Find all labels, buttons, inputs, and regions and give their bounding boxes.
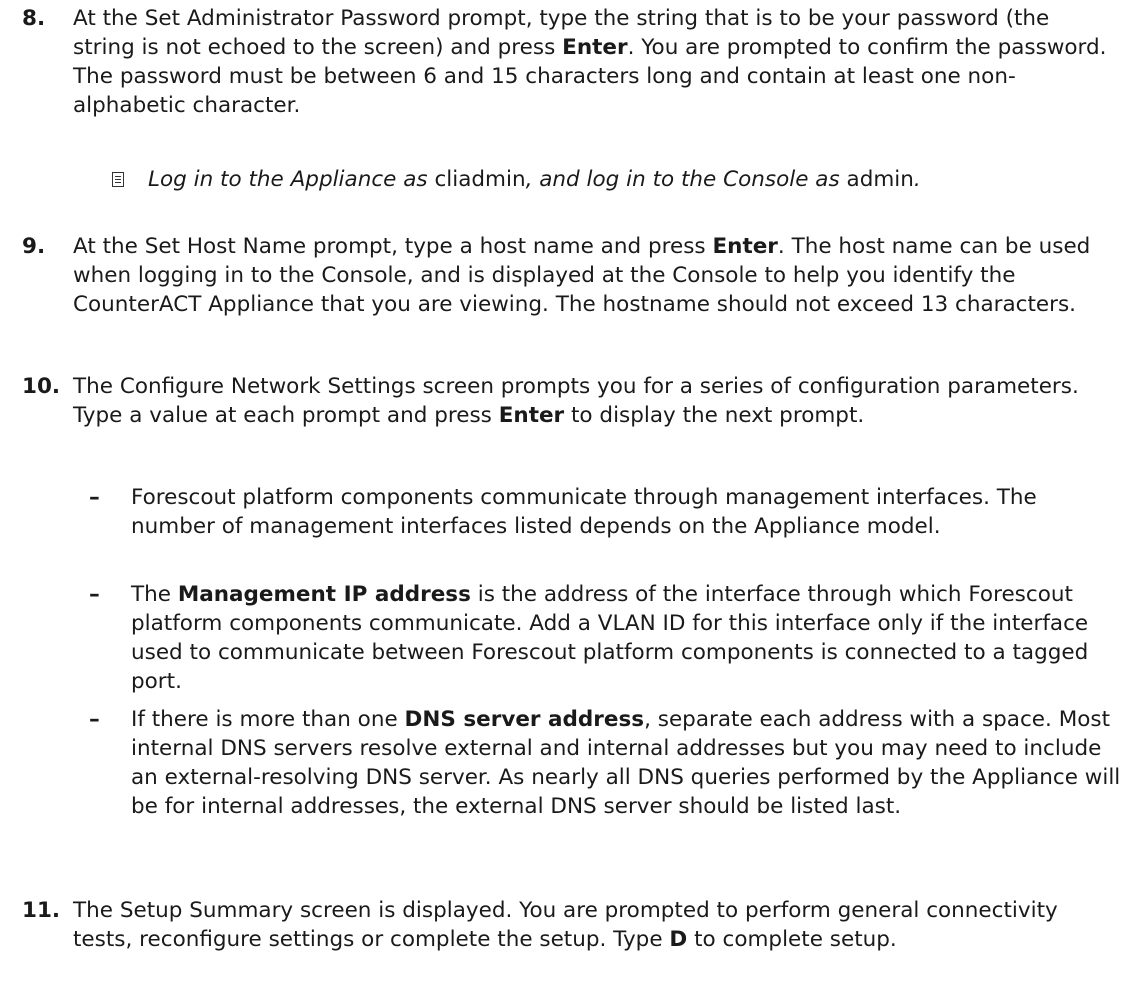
dns-server-term: DNS server address: [404, 707, 645, 732]
step-text: The Configure Network Settings screen pr…: [73, 374, 1079, 428]
note: Log in to the Appliance as cliadmin, and…: [112, 165, 1112, 194]
step-number: 9.: [22, 234, 46, 259]
step-text: At the Set Administrator Password prompt…: [73, 6, 1107, 118]
dash-marker: –: [89, 485, 100, 510]
step-text: At the Set Host Name prompt, type a host…: [73, 234, 1091, 317]
enter-key-label: Enter: [498, 403, 565, 428]
step-text: The Setup Summary screen is displayed. Y…: [73, 898, 1058, 952]
d-key-label: D: [669, 927, 688, 952]
document-page: 8. At the Set Administrator Password pro…: [0, 0, 1124, 1001]
cli-username: cliadmin: [434, 167, 526, 192]
list-item-text: The Management IP address is the address…: [131, 582, 1089, 694]
note-icon: [112, 172, 124, 187]
step-number: 11.: [22, 898, 61, 923]
dash-marker: –: [89, 582, 100, 607]
dash-marker: –: [89, 707, 100, 732]
enter-key-label: Enter: [562, 35, 628, 60]
list-item-text: Forescout platform components communicat…: [131, 485, 1037, 539]
list-item-text: If there is more than one DNS server add…: [131, 707, 1121, 819]
enter-key-label: Enter: [712, 234, 778, 259]
step-number: 10.: [22, 374, 61, 399]
step-number: 8.: [22, 6, 46, 31]
management-ip-term: Management IP address: [177, 582, 471, 607]
console-username: admin: [846, 167, 914, 192]
